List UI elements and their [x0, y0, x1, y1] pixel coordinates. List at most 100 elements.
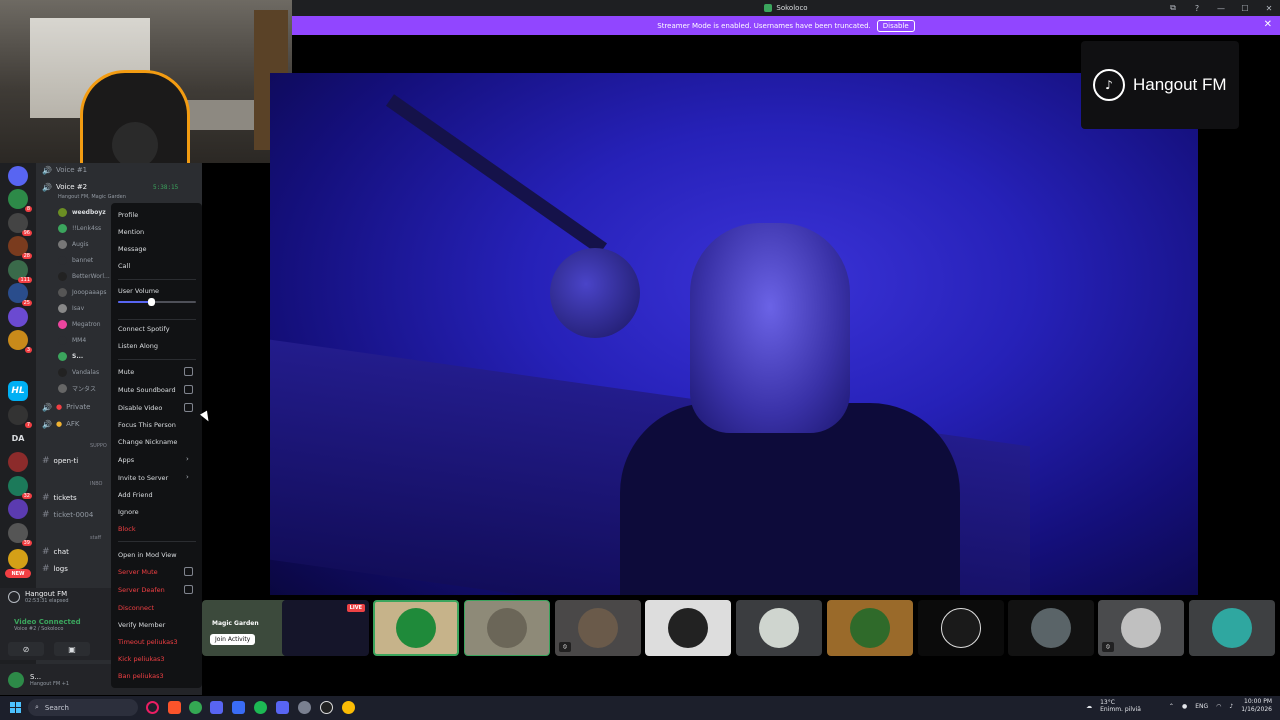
participant-tile[interactable]	[373, 600, 459, 656]
server-icon[interactable]	[8, 549, 28, 569]
checkbox[interactable]	[184, 567, 193, 576]
chevron-up-icon[interactable]: ⌃	[1169, 703, 1174, 710]
server-icon[interactable]: 28	[8, 236, 32, 259]
settings-icon[interactable]	[298, 701, 311, 714]
voice-member[interactable]: S...	[58, 349, 83, 363]
opera-icon[interactable]	[146, 701, 159, 714]
participant-tile[interactable]	[645, 600, 731, 656]
voice-member[interactable]: !!Lenk4ss	[58, 221, 101, 235]
server-icon[interactable]	[8, 452, 28, 472]
inbox-icon[interactable]: ⧉	[1166, 3, 1180, 13]
voice-channel[interactable]: 🔊 Voice #1	[42, 163, 87, 177]
mic-icon[interactable]: ●	[1182, 703, 1187, 710]
participant-tile[interactable]	[736, 600, 822, 656]
text-channel[interactable]: # open-ti	[42, 454, 78, 468]
server-icon[interactable]: 8	[8, 189, 32, 212]
discord-icon[interactable]	[276, 701, 289, 714]
voice-channel-private[interactable]: 🔊 ● Private	[42, 400, 90, 414]
participant-tile[interactable]	[464, 600, 550, 656]
voice-member[interactable]: bannet	[58, 253, 93, 267]
participant-tile[interactable]	[827, 600, 913, 656]
volume-icon[interactable]: ♪	[1229, 703, 1233, 710]
menu-kick[interactable]: Kick peliukas3	[118, 655, 164, 663]
voice-member[interactable]: Augis	[58, 237, 89, 251]
text-channel[interactable]: # ticket-0004	[42, 508, 93, 522]
text-channel[interactable]: # tickets	[42, 491, 77, 505]
maximize-button[interactable]: ☐	[1238, 4, 1252, 13]
voice-status-sub[interactable]: Voice #2 / Sokoloco	[14, 626, 81, 632]
menu-mention[interactable]: Mention	[118, 228, 144, 236]
voice-member[interactable]: Jooopaaaps	[58, 285, 107, 299]
voice-channel-afk[interactable]: 🔊 ● AFK	[42, 417, 79, 431]
category-staff[interactable]: staff	[90, 535, 101, 541]
server-icon[interactable]: 25	[8, 283, 32, 306]
minimize-button[interactable]: —	[1214, 4, 1228, 13]
participant-tile[interactable]: ⦸	[1098, 600, 1184, 656]
wifi-icon[interactable]: ◠	[1216, 703, 1221, 710]
voice-member[interactable]: BetterWorl...	[58, 269, 110, 283]
obs-icon[interactable]	[320, 701, 333, 714]
server-icon[interactable]: 3	[8, 330, 32, 353]
close-button[interactable]: ✕	[1262, 4, 1276, 13]
weather[interactable]: 13°C Enimm. pilviä	[1100, 699, 1141, 713]
menu-disable-video[interactable]: Disable Video	[118, 403, 193, 412]
menu-block[interactable]: Block	[118, 525, 136, 533]
text-channel[interactable]: # logs	[42, 562, 68, 576]
menu-ignore[interactable]: Ignore	[118, 508, 139, 516]
menu-server-mute[interactable]: Server Mute	[118, 567, 193, 576]
disable-streamer-mode-button[interactable]: Disable	[876, 19, 915, 32]
participant-tile[interactable]: ⦸	[555, 600, 641, 656]
camera-off-button[interactable]: ⊘	[8, 642, 44, 656]
lang-indicator[interactable]: ENG	[1195, 703, 1208, 710]
menu-change-nickname[interactable]: Change Nickname	[118, 438, 177, 446]
checkbox[interactable]	[184, 403, 193, 412]
server-icon[interactable]: 7	[8, 405, 32, 428]
menu-add-friend[interactable]: Add Friend	[118, 491, 153, 499]
checkbox[interactable]	[184, 585, 193, 594]
voice-member[interactable]: MM4	[58, 333, 86, 347]
participant-tile[interactable]	[918, 600, 1004, 656]
menu-timeout[interactable]: Timeout peliukas3	[118, 638, 178, 646]
tile-magic-garden[interactable]: Magic Garden Join Activity	[202, 600, 288, 656]
menu-apps[interactable]: Apps ›	[118, 455, 189, 464]
tile-stream[interactable]: LIVE	[282, 600, 369, 656]
voice-member[interactable]: Vandalas	[58, 365, 99, 379]
chrome-icon[interactable]	[342, 701, 355, 714]
text-channel[interactable]: # chat	[42, 545, 69, 559]
participant-tile[interactable]	[1008, 600, 1094, 656]
slider-knob[interactable]	[147, 298, 155, 306]
menu-server-deafen[interactable]: Server Deafen	[118, 585, 193, 594]
menu-disconnect[interactable]: Disconnect	[118, 604, 154, 612]
checkbox[interactable]	[184, 367, 193, 376]
menu-mute[interactable]: Mute	[118, 367, 193, 376]
menu-ban[interactable]: Ban peliukas3	[118, 672, 164, 680]
server-icon[interactable]: 96	[8, 213, 32, 236]
main-video-stage[interactable]	[270, 73, 1198, 595]
clock[interactable]: 10:00 PM 1/16/2026	[1241, 698, 1272, 714]
discord-icon[interactable]	[210, 701, 223, 714]
menu-connect-spotify[interactable]: Connect Spotify	[118, 325, 170, 333]
menu-mute-soundboard[interactable]: Mute Soundboard	[118, 385, 193, 394]
activity-card[interactable]: ♪ Hangout FM	[1081, 41, 1239, 129]
app-icon[interactable]	[232, 701, 245, 714]
server-icon[interactable]: 39	[8, 523, 32, 546]
avatar[interactable]	[8, 671, 24, 688]
menu-call[interactable]: Call	[118, 262, 130, 270]
menu-open-mod-view[interactable]: Open in Mod View	[118, 551, 177, 559]
server-icon[interactable]	[8, 307, 28, 327]
checkbox[interactable]	[184, 385, 193, 394]
menu-message[interactable]: Message	[118, 245, 147, 253]
spotify-icon[interactable]	[254, 701, 267, 714]
category-support[interactable]: SUPPO	[90, 443, 107, 449]
brave-icon[interactable]	[168, 701, 181, 714]
category-inbox[interactable]: INBO	[90, 481, 103, 487]
screen-share-button[interactable]: ▣	[54, 642, 90, 656]
participant-tile[interactable]	[1189, 600, 1275, 656]
menu-invite[interactable]: Invite to Server ›	[118, 473, 189, 482]
voice-member[interactable]: Megatron	[58, 317, 101, 331]
close-banner-icon[interactable]: ✕	[1264, 19, 1272, 30]
voice-channel-active[interactable]: 🔊 Voice #2 5:38:15	[42, 180, 178, 194]
menu-verify-member[interactable]: Verify Member	[118, 621, 165, 629]
now-playing[interactable]: Hangout FM 02:53:31 elapsed	[8, 590, 69, 604]
windows-start-icon[interactable]	[10, 702, 21, 713]
